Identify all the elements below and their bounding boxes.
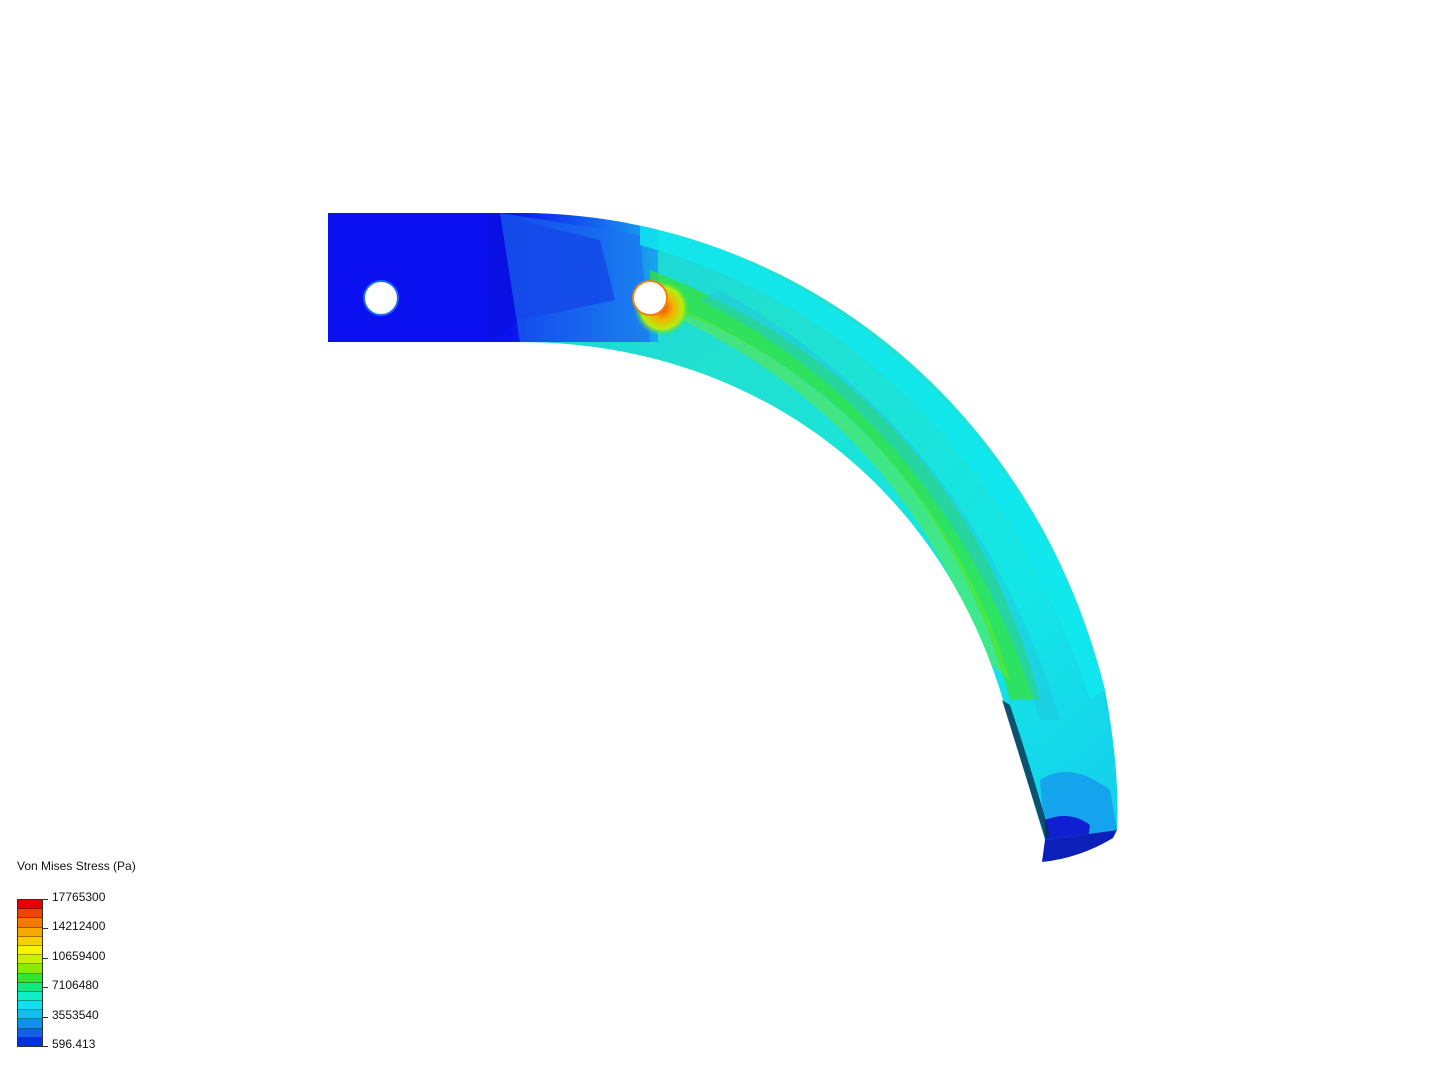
right-hole xyxy=(632,280,668,316)
bracket-model[interactable] xyxy=(0,0,1440,1080)
bracket-body xyxy=(328,213,1118,840)
fea-viewport[interactable] xyxy=(0,0,1440,1080)
left-hole xyxy=(363,280,399,316)
